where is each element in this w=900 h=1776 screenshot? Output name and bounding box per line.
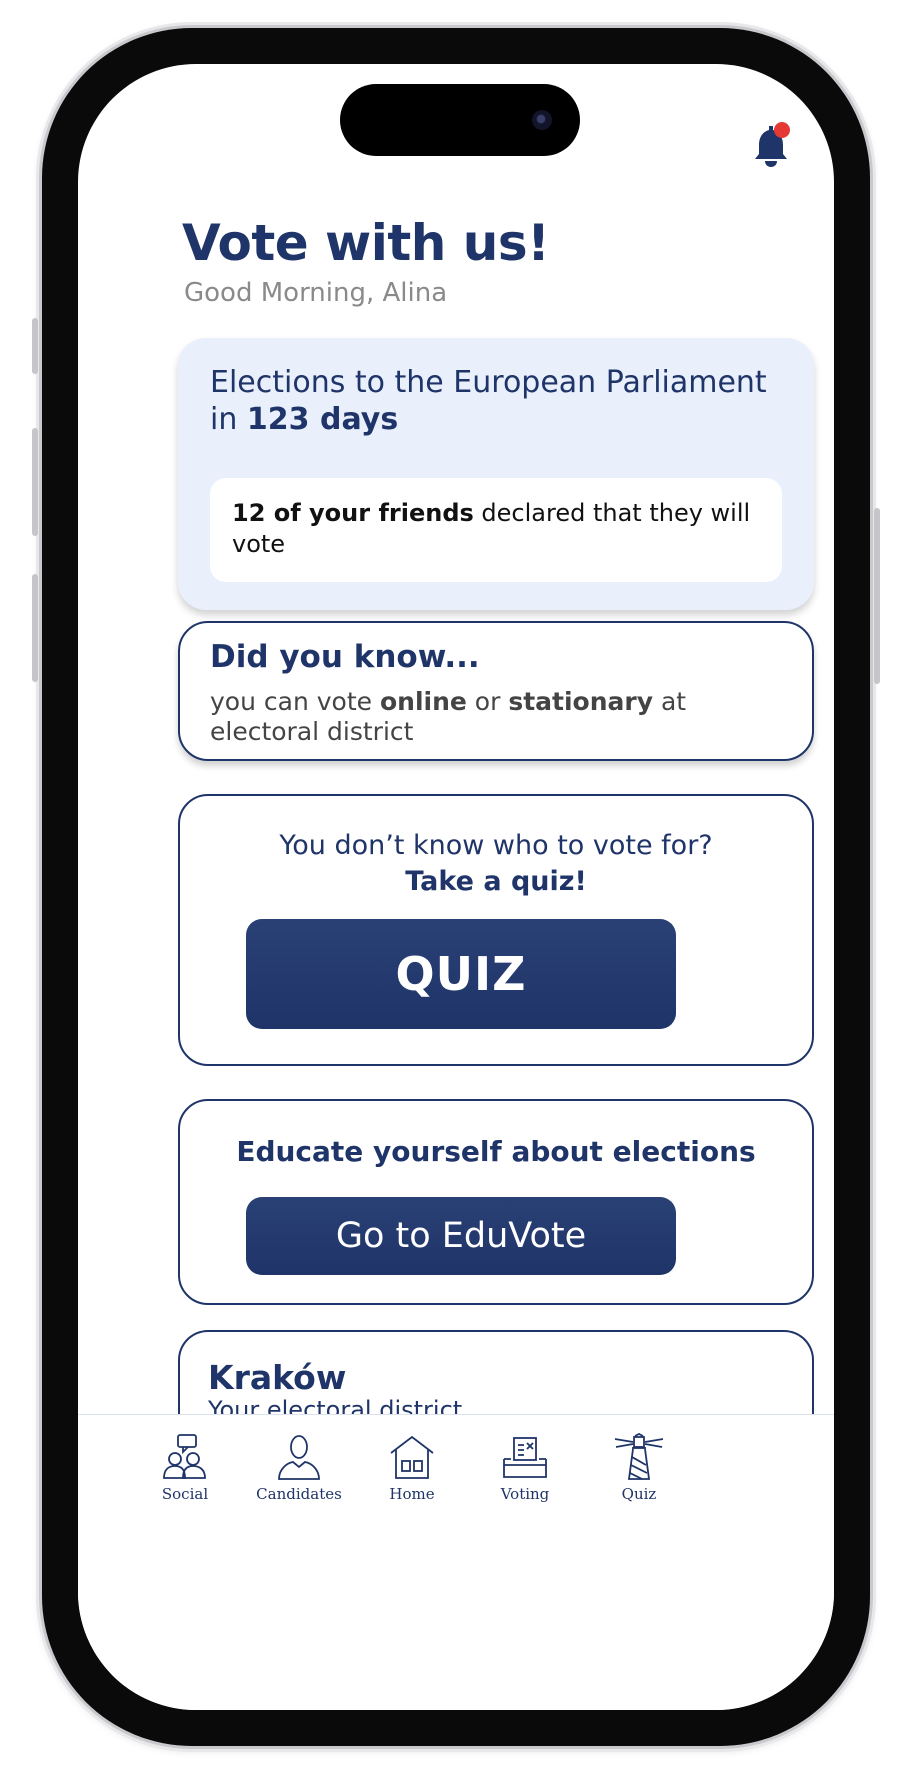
did-you-know-card[interactable]: Did you know... you can vote online or s… — [178, 621, 814, 761]
nav-label-social: Social — [161, 1485, 209, 1503]
educate-title: Educate yourself about elections — [236, 1135, 756, 1168]
election-countdown-card[interactable]: Elections to the European Parliament in … — [178, 338, 814, 610]
voting-icon — [503, 1437, 547, 1478]
nav-item-home[interactable]: Home — [357, 1433, 467, 1513]
election-headline: Elections to the European Parliament in … — [210, 364, 780, 438]
days-remaining: 123 days — [246, 402, 399, 437]
nav-label-quiz: Quiz — [621, 1485, 657, 1503]
bottom-nav: Social Candidates Home Voting Quiz — [78, 1414, 834, 1710]
bell-icon — [755, 122, 790, 167]
quiz-button[interactable]: QUIZ — [246, 919, 676, 1029]
did-you-know-text: you can vote online or stationary at ele… — [210, 687, 770, 747]
dynamic-island — [340, 84, 580, 156]
volume-up-button — [32, 428, 38, 536]
district-city: Kraków — [208, 1358, 347, 1397]
educate-card: Educate yourself about elections Go to E… — [178, 1099, 814, 1305]
volume-down-button — [32, 574, 38, 682]
friends-count: 12 of your friends — [232, 499, 474, 527]
lighthouse-icon — [614, 1433, 664, 1480]
phone-frame: Vote with us! Good Morning, Alina Electi… — [32, 28, 880, 1746]
election-in-word: in — [210, 402, 238, 437]
action-button — [32, 318, 38, 374]
nav-label-home: Home — [389, 1485, 435, 1503]
nav-item-candidates[interactable]: Candidates — [244, 1433, 354, 1513]
friends-voting-box[interactable]: 12 of your friends declared that they wi… — [210, 478, 782, 582]
quiz-cta: Take a quiz! — [405, 866, 587, 897]
greeting-text: Good Morning, Alina — [184, 278, 448, 308]
quiz-card: You don’t know who to vote for? Take a q… — [178, 794, 814, 1066]
page-title: Vote with us! — [182, 214, 550, 272]
nav-label-candidates: Candidates — [256, 1485, 342, 1503]
know-online: online — [379, 687, 467, 716]
nav-label-voting: Voting — [500, 1485, 550, 1503]
power-button — [874, 508, 880, 684]
nav-item-quiz[interactable]: Quiz — [584, 1433, 694, 1513]
candidates-icon — [278, 1435, 320, 1480]
notification-bell-button[interactable] — [750, 120, 792, 168]
go-to-eduvote-button[interactable]: Go to EduVote — [246, 1197, 676, 1275]
notification-badge — [774, 122, 790, 138]
nav-item-voting[interactable]: Voting — [470, 1433, 580, 1513]
did-you-know-title: Did you know... — [210, 639, 480, 675]
home-icon — [390, 1435, 434, 1479]
know-or: or — [474, 687, 501, 716]
quiz-question: You don’t know who to vote for? — [279, 830, 713, 861]
nav-item-social[interactable]: Social — [130, 1433, 240, 1513]
camera-icon — [532, 110, 552, 130]
social-icon — [163, 1434, 206, 1479]
know-stationary: stationary — [508, 687, 654, 716]
know-text-pre: you can vote — [210, 687, 373, 716]
election-name: Elections to the European Parliament — [210, 365, 767, 400]
screen: Vote with us! Good Morning, Alina Electi… — [78, 64, 834, 1710]
